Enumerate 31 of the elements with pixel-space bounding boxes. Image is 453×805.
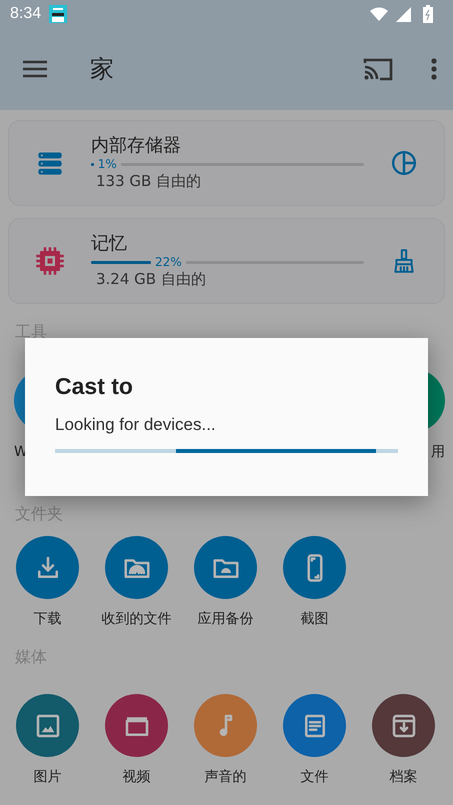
shortcut-label: 文件 bbox=[300, 768, 328, 787]
more-options-button[interactable] bbox=[431, 58, 437, 80]
storage-name: 内部存储器 bbox=[91, 135, 182, 157]
app-title: 家 bbox=[90, 54, 115, 85]
dialog-title: Cast to bbox=[55, 372, 133, 401]
shortcut-label: 截图 bbox=[300, 610, 328, 629]
usage-percent: 1% bbox=[94, 157, 121, 171]
app-notification-icon bbox=[49, 5, 68, 23]
signal-icon bbox=[396, 6, 411, 22]
pie-chart-icon bbox=[391, 150, 417, 176]
shortcut-label: 收到的文件 bbox=[102, 610, 172, 629]
shortcut-label: 档案 bbox=[390, 768, 418, 787]
dialog-message: Looking for devices... bbox=[55, 414, 216, 436]
menu-button[interactable] bbox=[22, 59, 48, 79]
storage-card[interactable]: 记忆 22% 3.24 GB 自由的 bbox=[8, 218, 445, 304]
shortcut-label: 图片 bbox=[34, 768, 62, 787]
free-space-text: 133 GB 自由的 bbox=[96, 171, 202, 191]
chip-icon bbox=[35, 246, 65, 276]
shortcut-label: 声音的 bbox=[204, 768, 246, 787]
status-time: 8:34 bbox=[10, 5, 42, 23]
wifi-icon bbox=[370, 7, 388, 21]
free-space-text: 3.24 GB 自由的 bbox=[96, 269, 207, 289]
shortcut-label: 应用备份 bbox=[198, 610, 254, 629]
shortcut-label: 视频 bbox=[122, 768, 150, 787]
storage-name: 记忆 bbox=[91, 233, 128, 255]
usage-percent: 22% bbox=[151, 255, 186, 269]
storage-card[interactable]: 内部存储器 1% 133 GB 自由的 bbox=[8, 120, 445, 206]
cast-button[interactable] bbox=[363, 57, 393, 81]
shortcut-label: 用 bbox=[431, 443, 445, 462]
battery-icon bbox=[423, 5, 433, 23]
shortcut-label: 下载 bbox=[34, 610, 62, 629]
